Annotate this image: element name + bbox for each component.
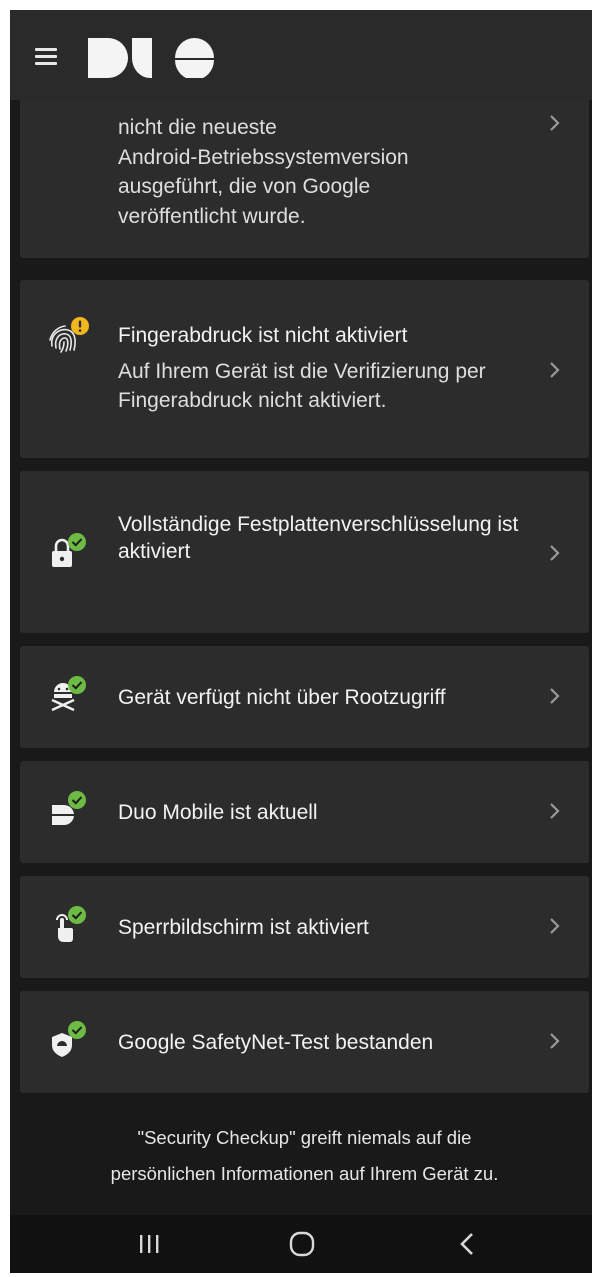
duo-logo [88, 38, 214, 78]
hamburger-menu-icon[interactable] [32, 44, 62, 68]
check-card-fingerprint[interactable]: Fingerabdruck ist nicht aktiviert Auf Ih… [20, 280, 589, 458]
phone-screen: nicht die neueste Android-Betriebssystem… [10, 10, 592, 1273]
lock-icon [52, 533, 86, 567]
check-card-duo-mobile[interactable]: Duo Mobile ist aktuell [20, 761, 589, 863]
shield-android-icon [52, 1021, 86, 1057]
app-bar [10, 10, 592, 100]
chevron-right-icon [550, 545, 560, 561]
recent-apps-icon[interactable] [119, 1227, 179, 1261]
check-title: Fingerabdruck ist nicht aktiviert [118, 324, 408, 347]
privacy-note: "Security Checkup" greift niemals auf di… [10, 1120, 592, 1192]
security-checkup-list: nicht die neueste Android-Betriebssystem… [10, 100, 592, 1215]
check-title: Duo Mobile ist aktuell [118, 801, 318, 824]
system-navigation-bar [10, 1215, 592, 1273]
chevron-right-icon [550, 362, 560, 378]
duo-mobile-icon [52, 791, 86, 825]
chevron-right-icon [550, 1033, 560, 1049]
check-card-os-version[interactable]: nicht die neueste Android-Betriebssystem… [20, 100, 589, 258]
check-card-disk-encryption[interactable]: Vollständige Festplattenverschlüsselung … [20, 471, 589, 633]
check-title: Vollständige Festplattenverschlüsselung … [118, 513, 519, 563]
no-root-icon [51, 676, 86, 712]
home-icon[interactable] [272, 1227, 332, 1261]
check-title: Sperrbildschirm ist aktiviert [118, 916, 369, 939]
check-title: Gerät verfügt nicht über Rootzugriff [118, 686, 446, 709]
chevron-right-icon [550, 918, 560, 934]
check-title: Google SafetyNet-Test bestanden [118, 1031, 434, 1054]
check-description: nicht die neueste Android-Betriebssystem… [118, 116, 409, 228]
check-description: Auf Ihrem Gerät ist die Verifizierung pe… [118, 360, 486, 412]
chevron-right-icon [550, 688, 560, 704]
chevron-right-icon [550, 803, 560, 819]
check-card-safetynet[interactable]: Google SafetyNet-Test bestanden [20, 991, 589, 1093]
check-card-root-access[interactable]: Gerät verfügt nicht über Rootzugriff [20, 646, 589, 748]
chevron-right-icon [550, 115, 560, 131]
fingerprint-icon [49, 317, 89, 353]
back-icon[interactable] [437, 1227, 497, 1261]
check-card-screen-lock[interactable]: Sperrbildschirm ist aktiviert [20, 876, 589, 978]
privacy-note-line: "Security Checkup" greift niemals auf di… [137, 1127, 472, 1148]
privacy-note-line: persönlichen Informationen auf Ihrem Ger… [110, 1163, 499, 1184]
touch-lock-icon [56, 906, 86, 942]
